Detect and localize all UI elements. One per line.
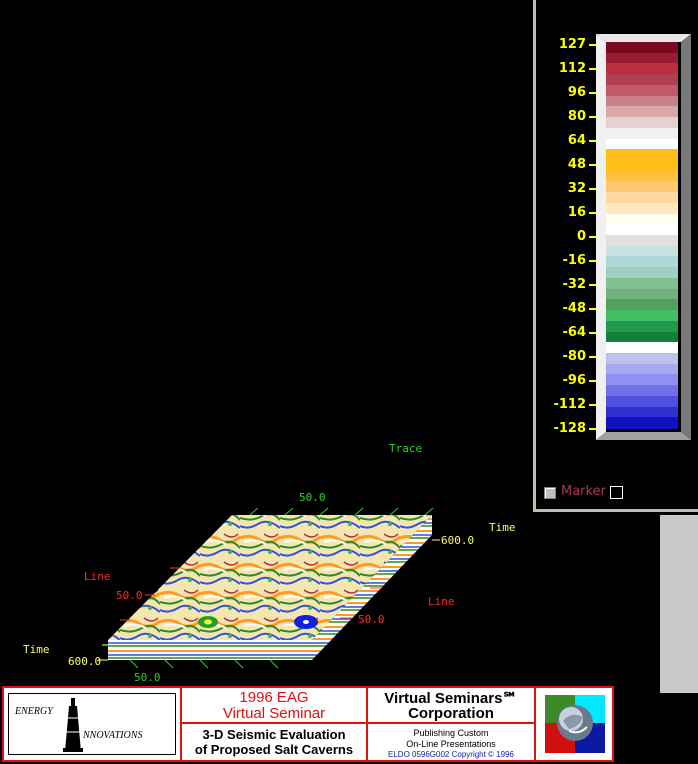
- colorbar-tick-label: 64: [567, 133, 586, 148]
- colorbar-band: [606, 352, 678, 365]
- colorbar-band: [606, 299, 678, 311]
- vs-corporation: Corporation: [408, 705, 494, 722]
- time-axis-label-right: Time: [489, 521, 516, 534]
- colorbar-band: [606, 149, 678, 161]
- colorbar-band: [606, 202, 678, 215]
- colorbar-band: [606, 42, 678, 54]
- topic-line2: of Proposed Salt Caverns: [194, 742, 354, 757]
- colorbar-band: [606, 106, 678, 118]
- colorbar: [596, 34, 691, 440]
- colorbar-band: [606, 363, 678, 375]
- colorbar-band: [606, 331, 678, 343]
- colorbar-band: [606, 74, 678, 86]
- publishing-info: Publishing Custom On-Line Presentations …: [368, 724, 534, 760]
- colorbar-band: [606, 374, 678, 386]
- colorbar-band: [606, 181, 678, 193]
- colorbar-tick-label: -128: [553, 421, 586, 436]
- line-axis-tick-right: 50.0: [358, 613, 385, 626]
- colorbar-band: [606, 138, 678, 150]
- colorbar-tick-label: 0: [576, 229, 586, 244]
- trace-axis-tick: 50.0: [299, 491, 326, 504]
- colorbar-band: [606, 117, 678, 129]
- eag-year: 1996 EAG: [239, 689, 309, 706]
- cube-front-face: [108, 640, 312, 660]
- footer-banner: ENERGY NNOVATIONS 1996 EAG Virtual Semin…: [2, 686, 614, 762]
- marker-label: Marker: [561, 484, 606, 499]
- time-axis-label-left: Time: [23, 643, 50, 656]
- time-axis-tick-right: 600.0: [441, 534, 475, 547]
- colorbar-tick-label: 127: [558, 37, 586, 52]
- colorbar-tick-label: 112: [558, 61, 586, 76]
- colorbar-band: [606, 406, 678, 418]
- colorbar-tick-label: 32: [567, 181, 586, 196]
- colorbar-tick-label: 96: [567, 85, 586, 100]
- line-axis-label-right: Line: [428, 595, 455, 608]
- colorbar-band: [606, 52, 678, 65]
- gray-panel-area: [660, 515, 698, 693]
- eag-subtitle: Virtual Seminar: [222, 705, 326, 722]
- line-axis-label-left: Line: [84, 570, 111, 583]
- colorbar-band: [606, 84, 678, 97]
- derrick-icon: [63, 698, 83, 752]
- colorbar-tick-label: -112: [553, 397, 586, 412]
- colorbar-band: [606, 95, 678, 107]
- colorbar-band: [606, 395, 678, 408]
- trace-axis-label: Trace: [389, 442, 423, 455]
- colorbar-tick-label: -32: [562, 277, 587, 292]
- marker-color-swatch[interactable]: [610, 486, 623, 499]
- energy-innovations-logo: ENERGY NNOVATIONS: [8, 693, 176, 755]
- colorbar-tick-label: 80: [567, 109, 586, 124]
- colorbar-band: [606, 192, 678, 204]
- trace-axis-tick-bottom: 50.0: [134, 671, 161, 684]
- colorbar-band: [606, 213, 678, 225]
- colorbar-band: [606, 277, 678, 290]
- pub-line2: On-Line Presentations: [406, 739, 496, 749]
- anomaly-blue-core: [303, 620, 309, 624]
- colorbar-band: [606, 288, 678, 300]
- colorbar-band: [606, 245, 678, 258]
- seminar-topic: 3-D Seismic Evaluation of Proposed Salt …: [180, 724, 368, 760]
- colorbar-band: [606, 170, 678, 182]
- marker-checkbox[interactable]: [544, 487, 556, 499]
- colorbar-tick-labels: 127 112 96 80 64 48 32 16 0 -16 -32 -48 -64 -80 -96 -11…: [534, 0, 597, 460]
- colorbar-band: [606, 159, 678, 172]
- logo-text-innovations: NNOVATIONS: [83, 730, 143, 741]
- logo-text-energy: ENERGY: [15, 706, 53, 717]
- colorbar-band: [606, 235, 678, 247]
- colorbar-band: [606, 385, 678, 397]
- colorbar-band: [606, 256, 678, 268]
- colorbar-tick-label: 48: [567, 157, 586, 172]
- colorbar-tick-label: -16: [562, 253, 587, 268]
- colorbar-band: [606, 310, 678, 322]
- colorbar-band: [606, 127, 678, 140]
- colorbar-band: [606, 342, 678, 354]
- colorbar-tick-label: -96: [562, 373, 587, 388]
- globe-logo: [534, 688, 612, 760]
- virtual-seminars-corp: Virtual Seminars℠ Corporation: [368, 688, 534, 724]
- eag-seminar-title: 1996 EAG Virtual Seminar: [180, 688, 368, 724]
- copyright-text: ELDO 0596G002 Copyright © 1996: [388, 750, 514, 759]
- colorbar-band: [606, 224, 678, 236]
- colorbar-band: [606, 63, 678, 75]
- colorbar-tick-label: 16: [567, 205, 586, 220]
- colorbar-tick-label: -80: [562, 349, 587, 364]
- time-axis-tick-left: 600.0: [68, 655, 102, 668]
- colorbar-tick-label: -64: [562, 325, 587, 340]
- globe-icon: [545, 695, 605, 753]
- colorbar-band: [606, 267, 678, 279]
- colorbar-band: [606, 320, 678, 333]
- colorbar-gradient: [606, 42, 678, 429]
- colorbar-band: [606, 417, 678, 429]
- anomaly-green-core: [204, 619, 212, 625]
- topic-line1: 3-D Seismic Evaluation: [202, 727, 346, 742]
- colorbar-tick-label: -48: [562, 301, 587, 316]
- pub-line1: Publishing Custom: [413, 728, 489, 738]
- seismic-cube[interactable]: [0, 0, 530, 690]
- line-axis-tick-left: 50.0: [116, 589, 143, 602]
